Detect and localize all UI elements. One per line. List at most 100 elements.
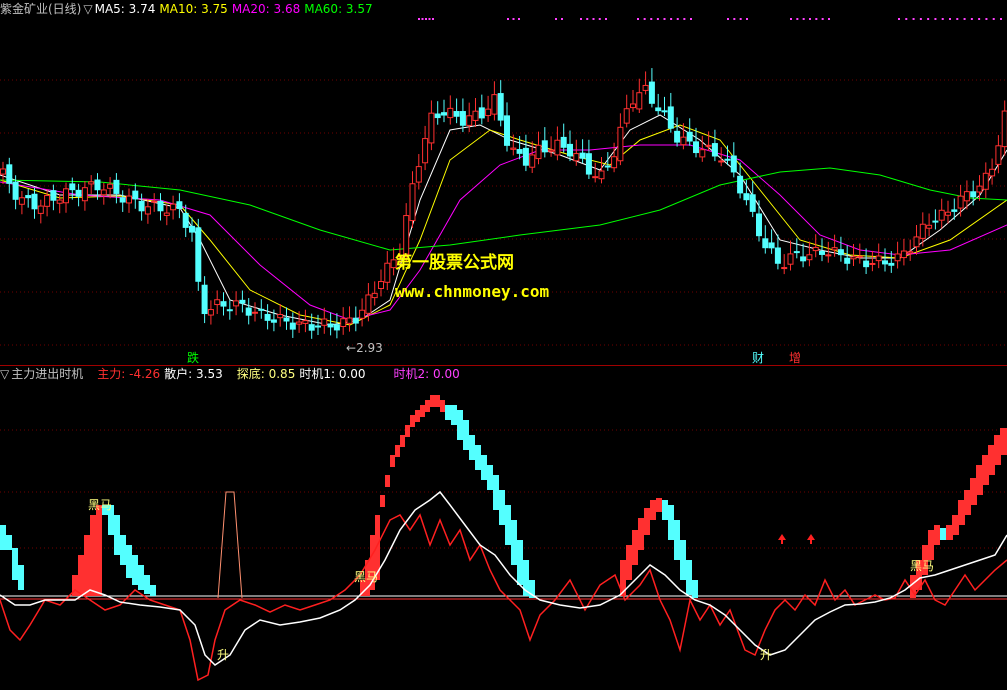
signal-dot [605,18,607,20]
zhuli-up-bar [982,455,989,485]
zhuli-up-bar [650,500,656,520]
candle-body [693,141,699,154]
candle-body [50,190,57,201]
candle-body [352,317,359,324]
zhuli-up-bar [952,515,959,535]
zhuli-down-bar [126,545,132,578]
zhuli-up-bar [440,400,445,412]
candle-body [548,149,555,152]
candle-body [630,103,636,109]
candle-body [226,309,233,312]
candle-body [491,94,498,115]
zhuli-up-bar [638,518,644,550]
left-arrow-icon: ← [346,341,357,355]
up-arrow-icon [778,534,786,544]
zhuli-up-bar [994,435,1001,465]
candle-body [207,309,214,316]
zhuli-down-bar [674,520,680,560]
candle-body [957,195,964,209]
candle-body [705,144,712,147]
candle-body [466,115,473,126]
signal-die: 跌 [187,351,200,365]
candle-body [756,213,762,237]
candle-body [453,111,460,117]
candle-body [674,130,681,143]
zhuli-down-bar [451,405,457,425]
signal-dot [985,18,988,20]
indicator-toggle-icon[interactable]: ▽ [0,367,9,381]
zhuli-down-bar [505,505,511,545]
chart-canvas[interactable] [0,0,1007,690]
stock-name[interactable]: 紫金矿业(日线) [0,2,81,16]
indicator-toggle-icon[interactable]: ▽ [83,2,92,16]
signal-dot [809,18,811,20]
signal-cai: 财 [752,351,765,365]
candle-body [56,199,63,204]
candle-body [774,247,781,264]
candle-body [270,319,277,323]
zhuli-up-bar [958,500,965,525]
candle-body [170,203,177,211]
zhuli-down-bar [463,420,469,450]
candle-body [623,108,630,124]
candle-body [844,257,851,264]
candle-body [252,311,258,314]
candle-body [18,197,25,205]
candle-body [485,108,492,117]
zhuli-up-bar [430,395,435,407]
candle-body [157,200,164,212]
signal-dot [919,18,922,20]
signal-dot [683,18,686,20]
candle-body [296,321,303,325]
zhuli-up-bar [970,478,977,505]
zhuli-down-bar [487,465,493,490]
signal-dot [727,18,729,20]
candle-body [522,147,529,166]
sheng-label: 升 [217,648,230,662]
signal-dot [934,18,937,20]
zhuli-down-bar [12,548,18,580]
candle-body [189,225,195,233]
signal-dot [1000,18,1002,20]
candle-body [289,322,296,330]
candle-body [119,197,126,203]
candle-body [737,175,744,194]
candle-body [730,155,737,173]
candle-body [617,126,624,162]
candle-body [233,300,240,307]
candle-body [604,165,611,168]
signal-dot [815,18,818,20]
zhuli-up-bar [656,498,662,512]
zhuli-up-bar [395,445,400,457]
signal-dot [507,18,509,20]
candle-body [900,250,907,259]
candle-body [340,318,347,328]
zhuli-down-bar [481,455,487,480]
candle-body [850,256,857,260]
signal-dot [598,18,601,20]
zhuli-up-bar [976,465,983,495]
candle-body [214,299,221,306]
candle-body [321,318,328,326]
zhuli-up-bar [390,455,395,467]
price-header: 紫金矿业(日线) ▽ MA5: 3.74 MA10: 3.75 MA20: 3.68 MA… [0,1,377,17]
tandi-label: 探底: 0.85 [236,367,296,381]
candle-body [220,301,227,307]
indicator-name[interactable]: 主力进出时机 [11,367,83,381]
signal-dot [643,18,646,20]
candle-body [126,195,132,204]
signal-dot [518,18,520,20]
zhuli-up-bar [380,495,385,507]
zhuli-down-bar [114,515,120,555]
candle-body [245,307,252,316]
low-price-label: ←2.93 [346,341,383,355]
candle-body [743,193,750,201]
heima-label: 黑马 [88,498,113,512]
candle-body [554,139,561,156]
candle-body [31,193,38,210]
signal-dot [428,18,431,20]
candle-body [201,284,208,315]
zhuli-line [0,513,1007,682]
candle-body [932,220,939,223]
candle-body [6,164,13,184]
